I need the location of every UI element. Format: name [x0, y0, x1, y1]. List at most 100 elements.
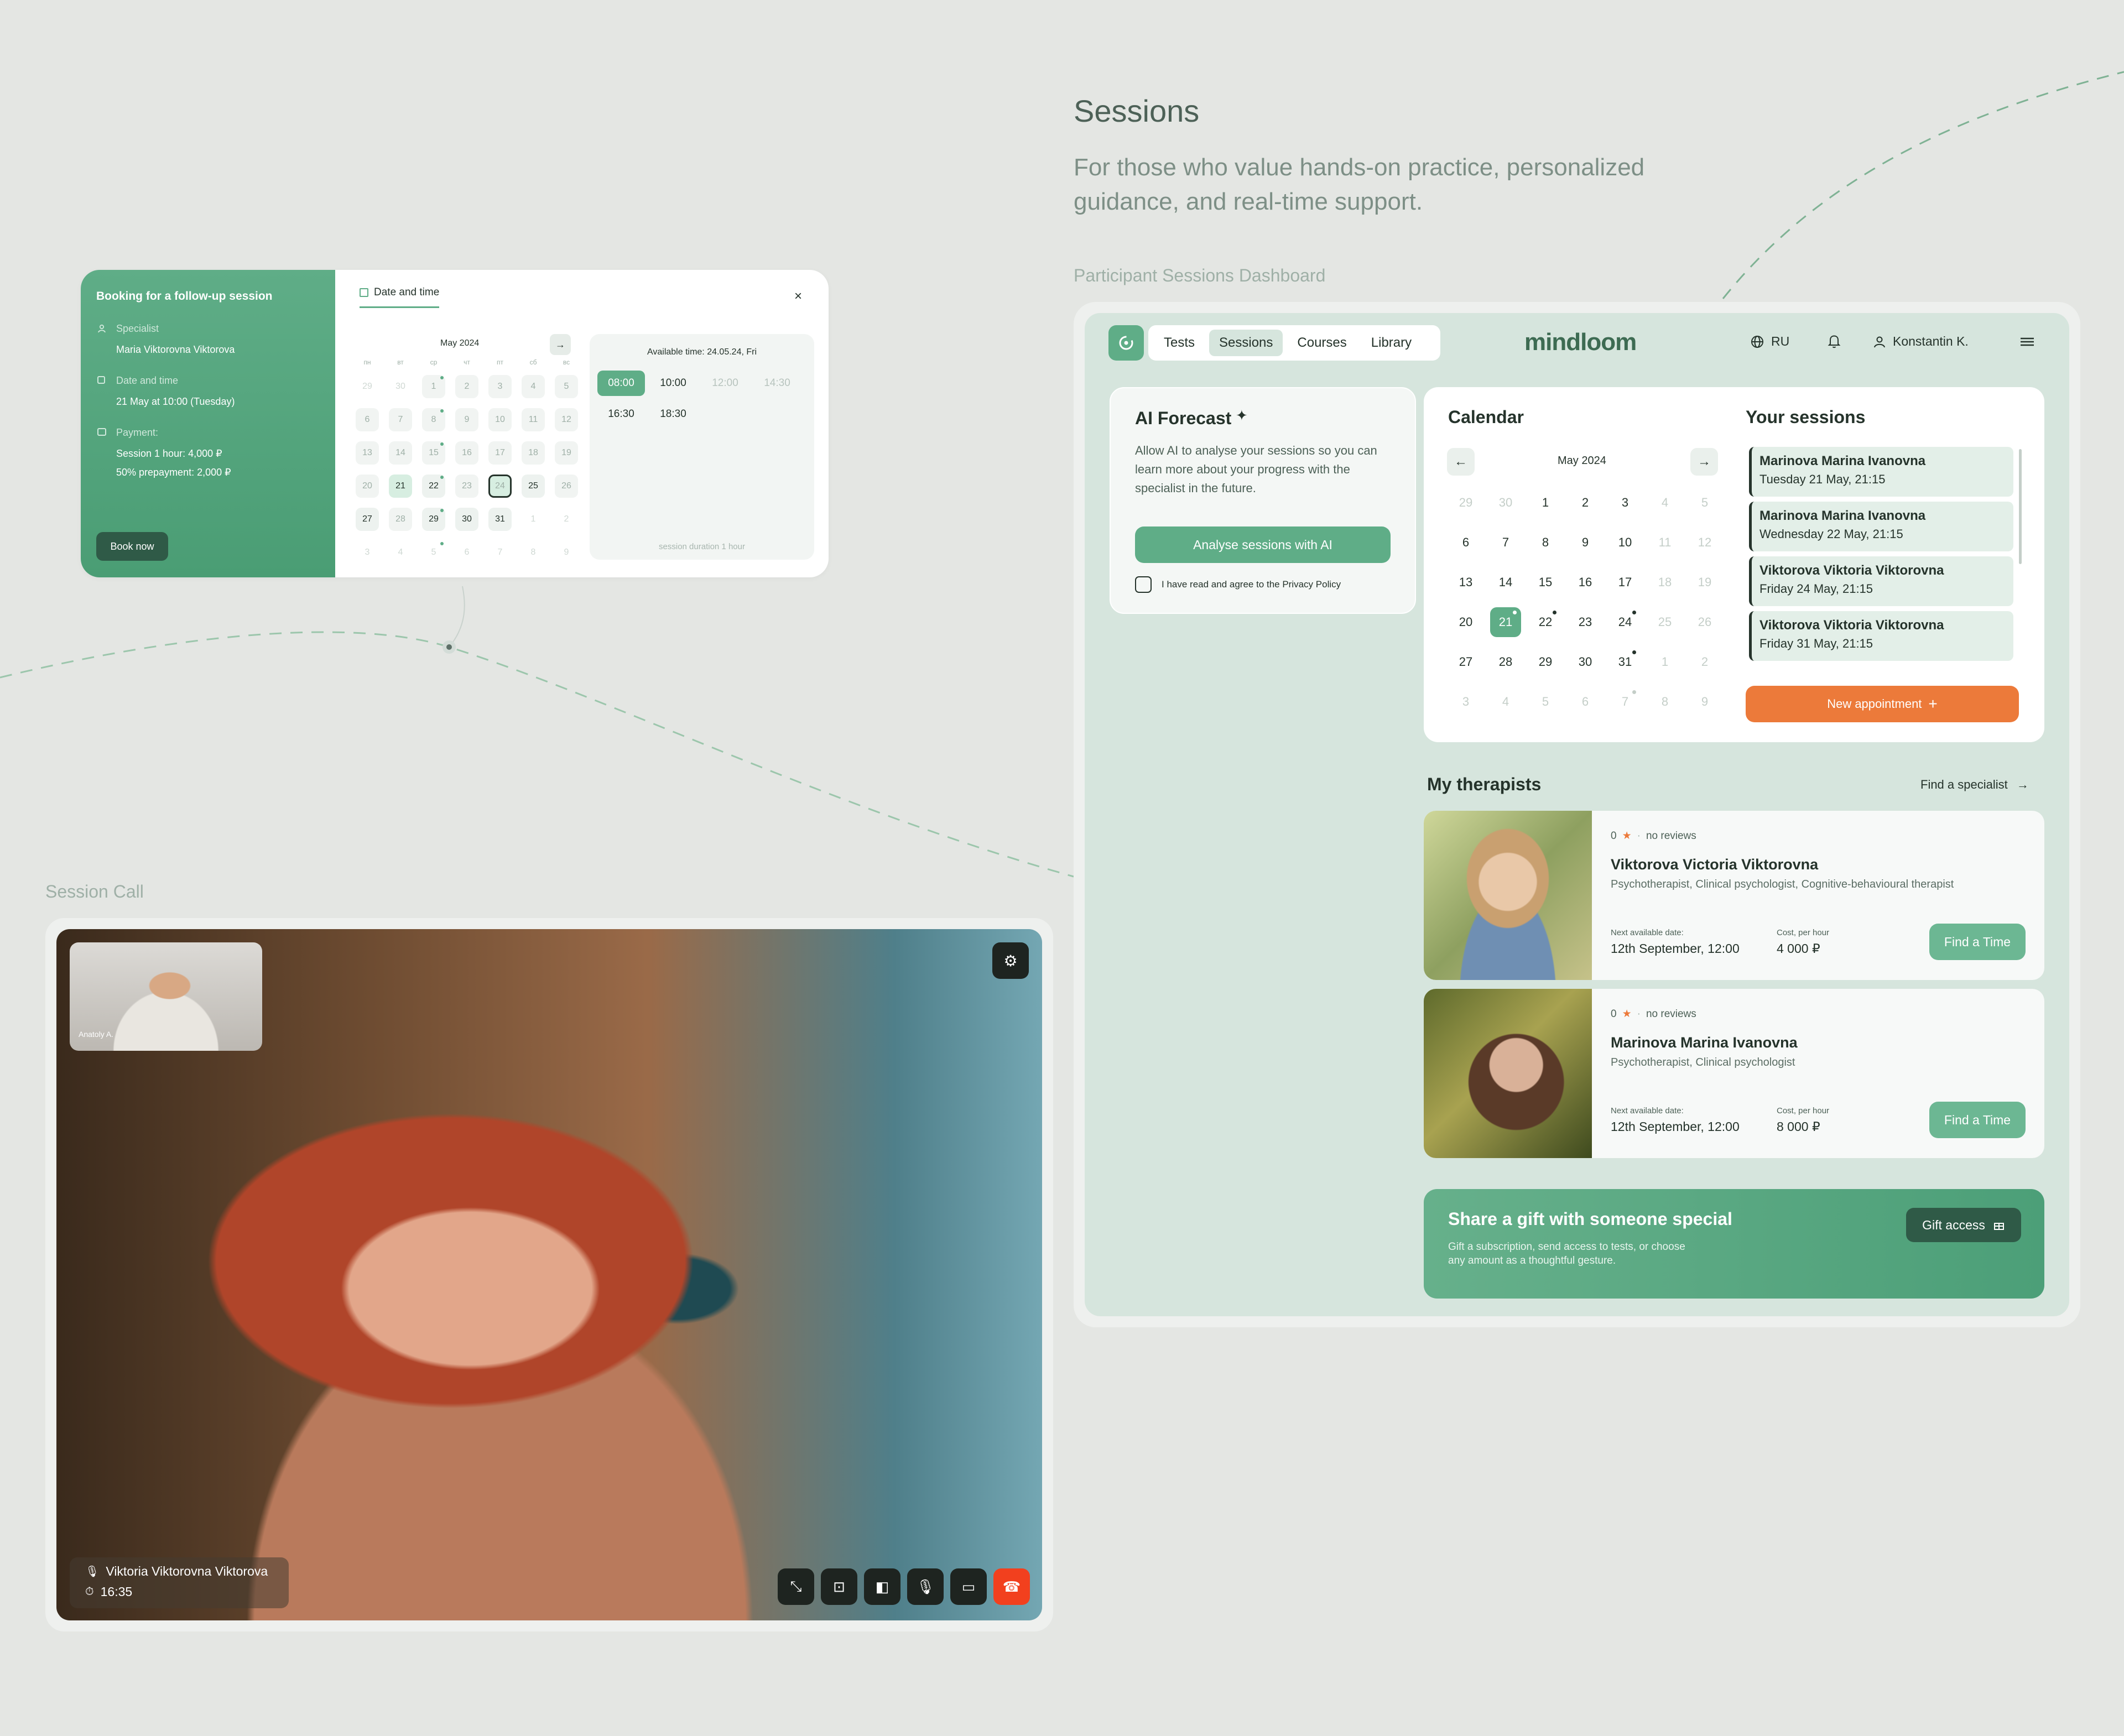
- mini-calendar-day[interactable]: 12: [555, 408, 578, 431]
- calendar-day[interactable]: 30: [1490, 488, 1521, 518]
- mini-calendar-day[interactable]: 25: [522, 475, 545, 498]
- calendar-day[interactable]: 2: [1689, 647, 1720, 677]
- calendar-day[interactable]: 8: [1649, 687, 1680, 717]
- mini-calendar-day[interactable]: 16: [455, 441, 478, 465]
- calendar-day[interactable]: 27: [1450, 647, 1481, 677]
- calendar-day[interactable]: 21: [1490, 607, 1521, 637]
- calendar-day[interactable]: 4: [1649, 488, 1680, 518]
- session-item[interactable]: Viktorova Viktoria Viktorovna Friday 24 M…: [1749, 556, 2013, 606]
- calendar-day[interactable]: 22: [1530, 607, 1561, 637]
- calendar-day[interactable]: 3: [1450, 687, 1481, 717]
- settings-gear-icon[interactable]: ⚙: [992, 942, 1029, 979]
- mini-calendar-day[interactable]: 20: [356, 475, 379, 498]
- next-month-button[interactable]: →: [550, 334, 571, 355]
- calendar-day[interactable]: 7: [1610, 687, 1641, 717]
- mini-calendar-day[interactable]: 5: [555, 375, 578, 398]
- find-a-time-button[interactable]: Find a Time: [1929, 924, 2026, 960]
- calendar-day[interactable]: 7: [1490, 528, 1521, 557]
- tab-library[interactable]: Library: [1361, 330, 1422, 356]
- mini-calendar-day[interactable]: 3: [488, 375, 512, 398]
- calendar-day[interactable]: 19: [1689, 567, 1720, 597]
- mini-calendar-day[interactable]: 9: [455, 408, 478, 431]
- bell-icon[interactable]: [1828, 334, 1841, 351]
- self-video-thumbnail[interactable]: Anatoly A.: [70, 942, 262, 1051]
- sessions-scrollbar[interactable]: [2019, 449, 2022, 564]
- session-item[interactable]: Viktorova Viktoria Viktorovna Friday 31 M…: [1749, 611, 2013, 661]
- mini-calendar-day[interactable]: 2: [555, 508, 578, 531]
- mini-calendar-day[interactable]: 13: [356, 441, 379, 465]
- mini-calendar-day[interactable]: 5: [422, 541, 445, 564]
- tab-sessions[interactable]: Sessions: [1209, 330, 1283, 356]
- next-month-button[interactable]: →: [1690, 448, 1718, 476]
- calendar-day[interactable]: 2: [1570, 488, 1601, 518]
- time-slot[interactable]: 16:30: [597, 402, 645, 427]
- calendar-day[interactable]: 9: [1689, 687, 1720, 717]
- mini-calendar-day[interactable]: 11: [522, 408, 545, 431]
- mini-calendar-day[interactable]: 24: [488, 475, 512, 498]
- language-switch[interactable]: RU: [1750, 334, 1789, 349]
- book-now-button[interactable]: Book now: [96, 532, 168, 561]
- mini-calendar-day[interactable]: 15: [422, 441, 445, 465]
- calendar-day[interactable]: 1: [1649, 647, 1680, 677]
- session-item[interactable]: Marinova Marina Ivanovna Wednesday 22 May…: [1749, 502, 2013, 551]
- session-item[interactable]: Marinova Marina Ivanovna Tuesday 21 May, …: [1749, 447, 2013, 497]
- user-menu[interactable]: Konstantin K.: [1873, 334, 1969, 349]
- new-appointment-button[interactable]: New appointment +: [1746, 686, 2019, 722]
- calendar-day[interactable]: 9: [1570, 528, 1601, 557]
- calendar-day[interactable]: 23: [1570, 607, 1601, 637]
- share-screen-icon[interactable]: ⊡: [821, 1568, 857, 1605]
- mini-calendar-day[interactable]: 22: [422, 475, 445, 498]
- calendar-day[interactable]: 5: [1530, 687, 1561, 717]
- calendar-day[interactable]: 25: [1649, 607, 1680, 637]
- mini-calendar-day[interactable]: 23: [455, 475, 478, 498]
- mini-calendar-day[interactable]: 7: [389, 408, 412, 431]
- calendar-day[interactable]: 16: [1570, 567, 1601, 597]
- calendar-day[interactable]: 12: [1689, 528, 1720, 557]
- mini-calendar-day[interactable]: 28: [389, 508, 412, 531]
- calendar-day[interactable]: 11: [1649, 528, 1680, 557]
- find-a-time-button[interactable]: Find a Time: [1929, 1102, 2026, 1138]
- calendar-day[interactable]: 29: [1530, 647, 1561, 677]
- calendar-day[interactable]: 29: [1450, 488, 1481, 518]
- calendar-day[interactable]: 8: [1530, 528, 1561, 557]
- mini-calendar-day[interactable]: 6: [356, 408, 379, 431]
- mini-calendar-day[interactable]: 4: [389, 541, 412, 564]
- mini-calendar-day[interactable]: 1: [422, 375, 445, 398]
- end-call-icon[interactable]: ☎: [993, 1568, 1030, 1605]
- microphone-icon[interactable]: 🎙: [907, 1568, 944, 1605]
- chat-icon[interactable]: ▭: [950, 1568, 987, 1605]
- find-specialist-link[interactable]: Find a specialist →: [1920, 778, 2029, 792]
- time-slot[interactable]: 12:00: [701, 371, 749, 396]
- mini-calendar-day[interactable]: 29: [422, 508, 445, 531]
- mini-calendar-day[interactable]: 17: [488, 441, 512, 465]
- mini-calendar-day[interactable]: 27: [356, 508, 379, 531]
- calendar-day[interactable]: 30: [1570, 647, 1601, 677]
- calendar-day[interactable]: 20: [1450, 607, 1481, 637]
- gift-access-button[interactable]: Gift access: [1906, 1208, 2021, 1242]
- time-slot[interactable]: 18:30: [649, 402, 697, 427]
- tab-courses[interactable]: Courses: [1287, 330, 1356, 356]
- prev-month-button[interactable]: ←: [1447, 448, 1475, 476]
- calendar-day[interactable]: 3: [1610, 488, 1641, 518]
- calendar-day[interactable]: 28: [1490, 647, 1521, 677]
- calendar-day[interactable]: 18: [1649, 567, 1680, 597]
- close-icon[interactable]: ×: [794, 289, 802, 304]
- calendar-day[interactable]: 6: [1570, 687, 1601, 717]
- calendar-day[interactable]: 26: [1689, 607, 1720, 637]
- calendar-day[interactable]: 5: [1689, 488, 1720, 518]
- calendar-day[interactable]: 17: [1610, 567, 1641, 597]
- mini-calendar-day[interactable]: 14: [389, 441, 412, 465]
- mini-calendar-day[interactable]: 30: [455, 508, 478, 531]
- time-slot[interactable]: 08:00: [597, 371, 645, 396]
- mini-calendar-day[interactable]: 29: [356, 375, 379, 398]
- calendar-day[interactable]: 15: [1530, 567, 1561, 597]
- mini-calendar-day[interactable]: 8: [422, 408, 445, 431]
- minimize-icon[interactable]: ⤡: [778, 1568, 814, 1605]
- calendar-day[interactable]: 6: [1450, 528, 1481, 557]
- mini-calendar-day[interactable]: 1: [522, 508, 545, 531]
- analyse-sessions-button[interactable]: Analyse sessions with AI: [1135, 526, 1391, 563]
- time-slot[interactable]: 10:00: [649, 371, 697, 396]
- calendar-day[interactable]: 13: [1450, 567, 1481, 597]
- mini-calendar-day[interactable]: 31: [488, 508, 512, 531]
- tab-date-and-time[interactable]: Date and time: [360, 286, 440, 308]
